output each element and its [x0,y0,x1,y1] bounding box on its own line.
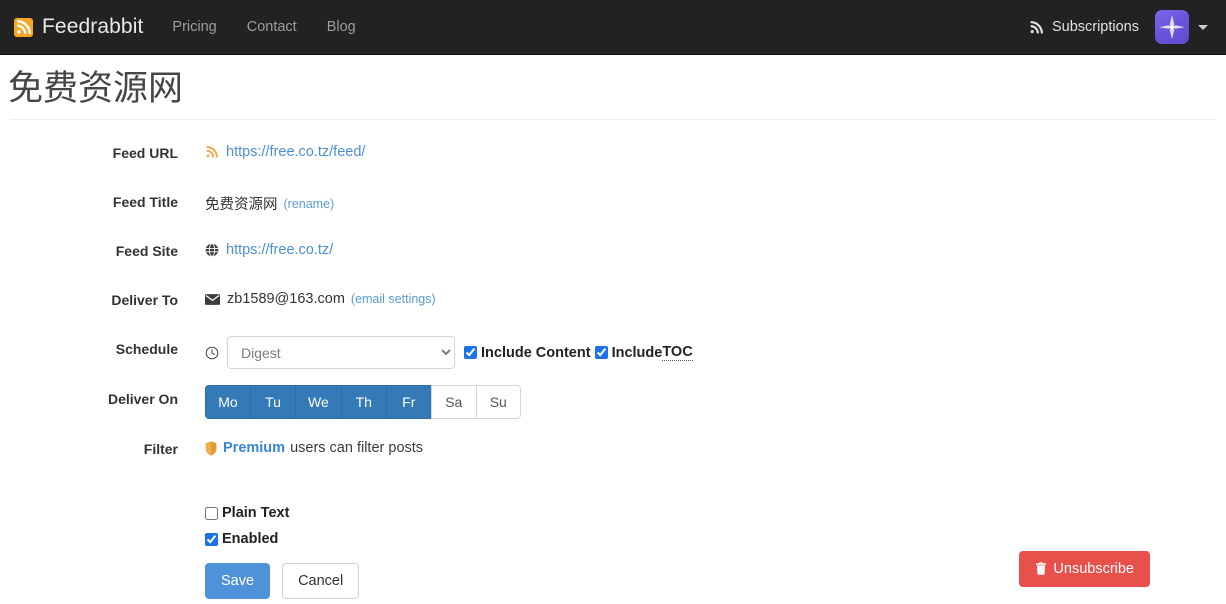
row-feed-url: Feed URL https://free.co.tz/feed/ [0,138,1226,172]
unsubscribe-label: Unsubscribe [1053,560,1134,577]
feed-site-link[interactable]: https://free.co.tz/ [226,242,333,258]
brand-logo-link[interactable]: Feedrabbit [10,15,157,39]
label-deliver-to: Deliver To [111,292,178,308]
include-toc-label-prefix: Include [611,344,663,361]
row-feed-title: Feed Title 免费资源网 (rename) [0,187,1226,221]
schedule-checkbox-group: Include Content Include TOC [464,344,693,361]
value-feed-title: 免费资源网 (rename) [178,187,334,214]
plain-text-row: Plain Text [205,505,1226,521]
day-button-th[interactable]: Th [340,385,386,419]
navbar-left-group: Feedrabbit Pricing Contact Blog [10,0,371,55]
label-filter: Filter [143,441,178,457]
nav-link-blog[interactable]: Blog [312,0,371,55]
day-button-fr[interactable]: Fr [385,385,431,419]
day-button-mo[interactable]: Mo [205,385,250,419]
user-menu-toggle[interactable] [1155,10,1212,44]
day-selector-group: Mo Tu We Th Fr Sa Su [205,385,521,419]
row-deliver-to: Deliver To zb1589@163.com (email setting… [0,285,1226,319]
value-feed-url: https://free.co.tz/feed/ [178,138,365,160]
feed-title-text: 免费资源网 [205,197,278,213]
save-button[interactable]: Save [205,563,271,600]
deliver-to-email: zb1589@163.com [227,291,345,307]
day-button-su[interactable]: Su [475,385,521,419]
filter-description: users can filter posts [290,440,424,456]
row-deliver-on: Deliver On Mo Tu We Th Fr Sa Su [0,384,1226,419]
avatar [1155,10,1189,44]
row-filter: Filter Premium users can filter posts [0,434,1226,468]
day-button-sa[interactable]: Sa [430,385,476,419]
label-feed-title: Feed Title [112,194,178,210]
globe-icon [205,243,219,257]
value-filter: Premium users can filter posts [178,434,423,456]
label-feed-site: Feed Site [115,243,178,259]
rss-icon [14,17,33,37]
premium-link[interactable]: Premium [223,440,285,456]
row-schedule: Schedule Digest Immediately Daily Weekly [0,334,1226,369]
navbar-right-group: Subscriptions [1013,10,1212,44]
feed-url-link[interactable]: https://free.co.tz/feed/ [226,144,365,160]
clock-icon [205,346,219,360]
cancel-button[interactable]: Cancel [282,563,360,600]
day-button-we[interactable]: We [295,385,341,419]
row-feed-site: Feed Site https://free.co.tz/ [0,236,1226,270]
schedule-select[interactable]: Digest Immediately Daily Weekly [227,336,455,369]
page-title: 免费资源网 [8,69,184,108]
enabled-label[interactable]: Enabled [222,531,278,547]
nav-link-subscriptions[interactable]: Subscriptions [1013,19,1155,35]
plain-text-label[interactable]: Plain Text [222,505,289,521]
plain-text-checkbox[interactable] [205,506,218,520]
include-content-item: Include Content [464,345,591,361]
label-schedule: Schedule [115,341,178,357]
include-toc-item: Include TOC [594,344,693,361]
unsubscribe-button[interactable]: Unsubscribe [1019,550,1150,587]
rss-icon [205,145,219,159]
options-block: Plain Text Enabled [0,483,1226,547]
nav-link-contact[interactable]: Contact [232,0,312,55]
subscriptions-label: Subscriptions [1051,19,1139,35]
rss-icon [1029,20,1044,35]
label-deliver-on: Deliver On [107,391,178,407]
enabled-row: Enabled [205,531,1226,547]
include-content-checkbox[interactable] [464,346,477,359]
rename-link[interactable]: (rename) [284,197,335,211]
brand-name: Feedrabbit [42,15,144,38]
value-schedule: Digest Immediately Daily Weekly Include … [178,334,693,369]
shield-icon [205,440,217,456]
feed-settings-form: Feed URL https://free.co.tz/feed/ Feed T… [0,120,1226,600]
enabled-checkbox[interactable] [205,532,218,546]
chevron-down-icon [1198,24,1208,30]
page-body: 免费资源网 Feed URL https://free.co.tz/feed/ … [0,68,1226,604]
toc-abbr[interactable]: TOC [662,344,693,361]
include-content-label: Include Content [481,344,591,361]
day-button-tu[interactable]: Tu [250,385,295,419]
avatar-glyph [1159,15,1185,39]
value-deliver-on: Mo Tu We Th Fr Sa Su [178,384,521,419]
label-feed-url: Feed URL [112,145,178,161]
trash-icon [1035,562,1047,576]
include-toc-checkbox[interactable] [594,346,608,359]
value-feed-site: https://free.co.tz/ [178,236,333,258]
envelope-icon [205,293,220,306]
nav-link-pricing[interactable]: Pricing [157,0,231,55]
value-deliver-to: zb1589@163.com (email settings) [178,285,436,307]
top-navbar: Feedrabbit Pricing Contact Blog Subscrip… [0,0,1226,55]
email-settings-link[interactable]: (email settings) [351,292,436,306]
